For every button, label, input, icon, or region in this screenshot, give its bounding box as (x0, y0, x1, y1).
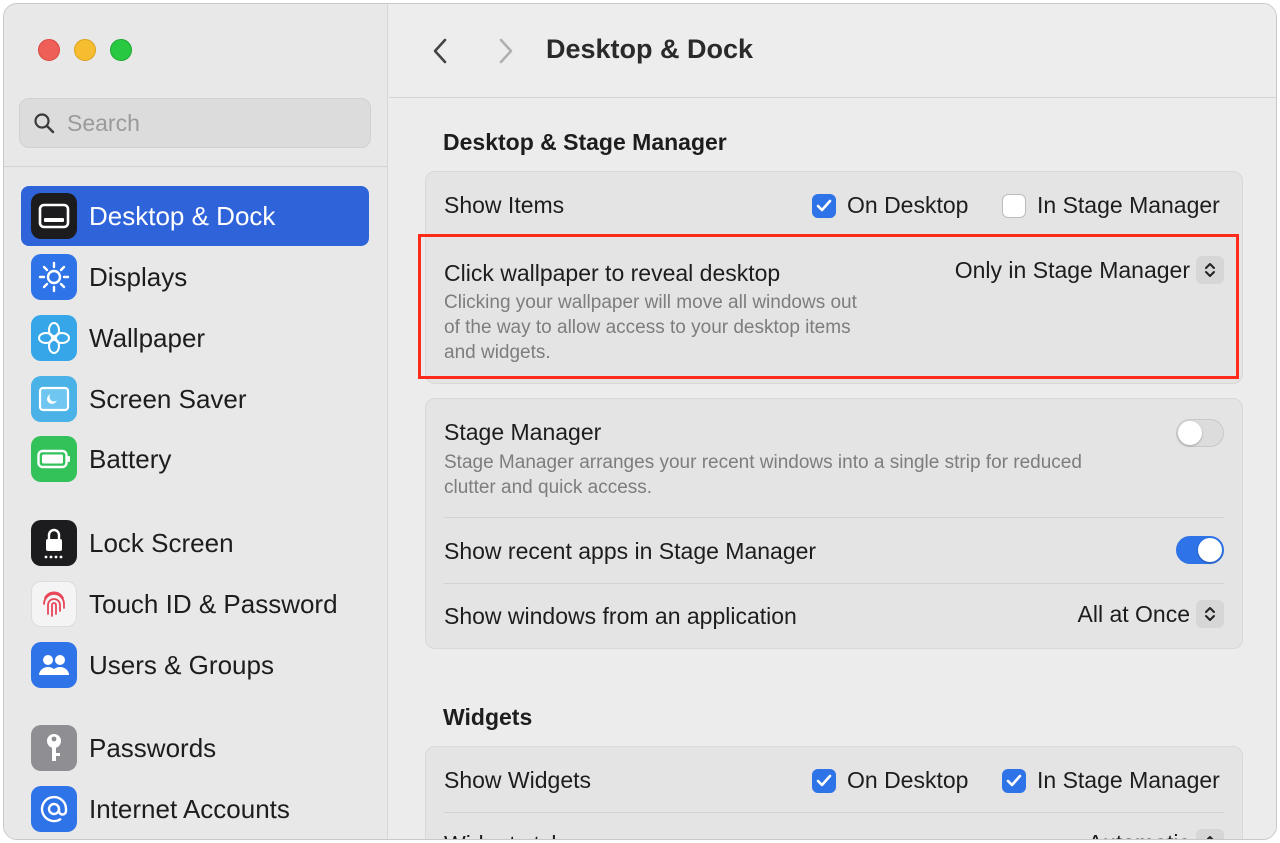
widget-style-popup[interactable]: Automatic (1088, 829, 1224, 840)
widget-style-row: Widget style Automatic (426, 813, 1242, 840)
checkbox-on-desktop[interactable] (812, 193, 836, 218)
battery-icon (31, 436, 77, 482)
lock-icon (31, 520, 77, 566)
sidebar-item-internet-accounts[interactable]: Internet Accounts (21, 779, 369, 839)
widgets-group: Show Widgets On Desktop In Stage Manager… (425, 746, 1243, 840)
show-widgets-in-stage-manager[interactable]: In Stage Manager (1002, 767, 1220, 794)
show-items-row: Show Items On Desktop In Stage Manager (426, 172, 1242, 238)
chevron-up-down-icon (1196, 829, 1224, 839)
toggle-knob (1198, 538, 1222, 562)
sidebar-divider (4, 166, 388, 167)
sun-icon (31, 254, 77, 300)
in-stage-manager-label: In Stage Manager (1037, 192, 1220, 218)
show-widgets-on-desktop[interactable]: On Desktop (812, 767, 968, 794)
search-icon (33, 112, 55, 134)
in-stage-manager-label: In Stage Manager (1037, 767, 1220, 793)
users-icon (31, 642, 77, 688)
at-sign-icon (31, 786, 77, 832)
chevron-left-icon[interactable] (425, 34, 455, 68)
desktop-dock-icon (31, 193, 77, 239)
show-items-in-stage-manager[interactable]: In Stage Manager (1002, 192, 1220, 219)
windows-from-app-row: Show windows from an application All at … (426, 584, 1242, 649)
widget-style-label: Widget style (444, 831, 569, 839)
chevron-right-icon[interactable] (491, 34, 521, 68)
sidebar-item-label: Users & Groups (89, 649, 274, 680)
search-field[interactable] (19, 98, 371, 148)
settings-window: Desktop & Dock Displays Wallpaper Screen… (3, 3, 1277, 840)
sidebar-item-users-groups[interactable]: Users & Groups (21, 635, 369, 695)
section-title-desktop-stage: Desktop & Stage Manager (443, 129, 727, 155)
sidebar-item-screen-saver[interactable]: Screen Saver (21, 369, 369, 429)
show-widgets-row: Show Widgets On Desktop In Stage Manager (426, 747, 1242, 812)
checkbox-on-desktop[interactable] (812, 768, 836, 793)
sidebar-item-label: Displays (89, 261, 188, 292)
stage-manager-description-2: clutter and quick access. (444, 477, 653, 498)
minimize-button[interactable] (74, 39, 96, 61)
flower-icon (31, 315, 77, 361)
stage-manager-toggle[interactable] (1176, 419, 1224, 447)
sidebar-item-passwords[interactable]: Passwords (21, 718, 369, 778)
sidebar-item-battery[interactable]: Battery (21, 429, 369, 489)
sidebar-item-label: Screen Saver (89, 383, 247, 414)
chevron-up-down-icon (1196, 600, 1224, 628)
toolbar: Desktop & Dock (389, 4, 1276, 98)
sidebar-item-label: Lock Screen (89, 527, 234, 558)
on-desktop-label: On Desktop (847, 192, 969, 218)
sidebar-item-displays[interactable]: Displays (21, 247, 369, 307)
fingerprint-icon (31, 581, 77, 627)
search-input[interactable] (67, 109, 347, 137)
close-button[interactable] (38, 39, 60, 61)
stage-manager-description-1: Stage Manager arranges your recent windo… (444, 452, 1082, 473)
sidebar-item-label: Passwords (89, 732, 217, 763)
sidebar-item-touch-id[interactable]: Touch ID & Password (21, 574, 369, 634)
sidebar-item-label: Desktop & Dock (89, 200, 276, 231)
on-desktop-label: On Desktop (847, 767, 969, 793)
recent-apps-row: Show recent apps in Stage Manager (426, 518, 1242, 583)
windows-from-app-label: Show windows from an application (444, 603, 797, 629)
popup-value: All at Once (1077, 600, 1191, 627)
sidebar-item-lock-screen[interactable]: Lock Screen (21, 513, 369, 573)
sidebar-item-label: Touch ID & Password (89, 588, 338, 619)
sidebar: Desktop & Dock Displays Wallpaper Screen… (4, 4, 388, 839)
section-title-widgets: Widgets (443, 704, 533, 730)
main-content: Desktop & Dock Desktop & Stage Manager S… (389, 4, 1276, 839)
sidebar-item-label: Wallpaper (89, 322, 206, 353)
highlight-annotation (418, 234, 1239, 379)
show-widgets-label: Show Widgets (444, 767, 592, 793)
page-title: Desktop & Dock (546, 34, 754, 64)
sidebar-item-label: Internet Accounts (89, 793, 290, 824)
show-items-on-desktop[interactable]: On Desktop (812, 192, 968, 219)
popup-value: Automatic (1088, 830, 1190, 840)
stage-manager-row: Stage Manager Stage Manager arranges you… (426, 399, 1242, 517)
sidebar-item-label: Battery (89, 443, 172, 474)
checkbox-in-stage-manager[interactable] (1002, 768, 1026, 793)
stage-manager-group: Stage Manager Stage Manager arranges you… (425, 398, 1243, 649)
stage-manager-label: Stage Manager (444, 419, 602, 445)
recent-apps-toggle[interactable] (1176, 536, 1224, 564)
checkbox-in-stage-manager[interactable] (1002, 193, 1026, 218)
recent-apps-label: Show recent apps in Stage Manager (444, 538, 817, 564)
sidebar-item-wallpaper[interactable]: Wallpaper (21, 308, 369, 368)
toggle-knob (1178, 421, 1202, 445)
zoom-button[interactable] (110, 39, 132, 61)
show-items-label: Show Items (444, 192, 565, 218)
sidebar-item-desktop-dock[interactable]: Desktop & Dock (21, 186, 369, 246)
screen-saver-icon (31, 376, 77, 422)
windows-from-app-popup[interactable]: All at Once (1077, 600, 1224, 628)
key-icon (31, 725, 77, 771)
